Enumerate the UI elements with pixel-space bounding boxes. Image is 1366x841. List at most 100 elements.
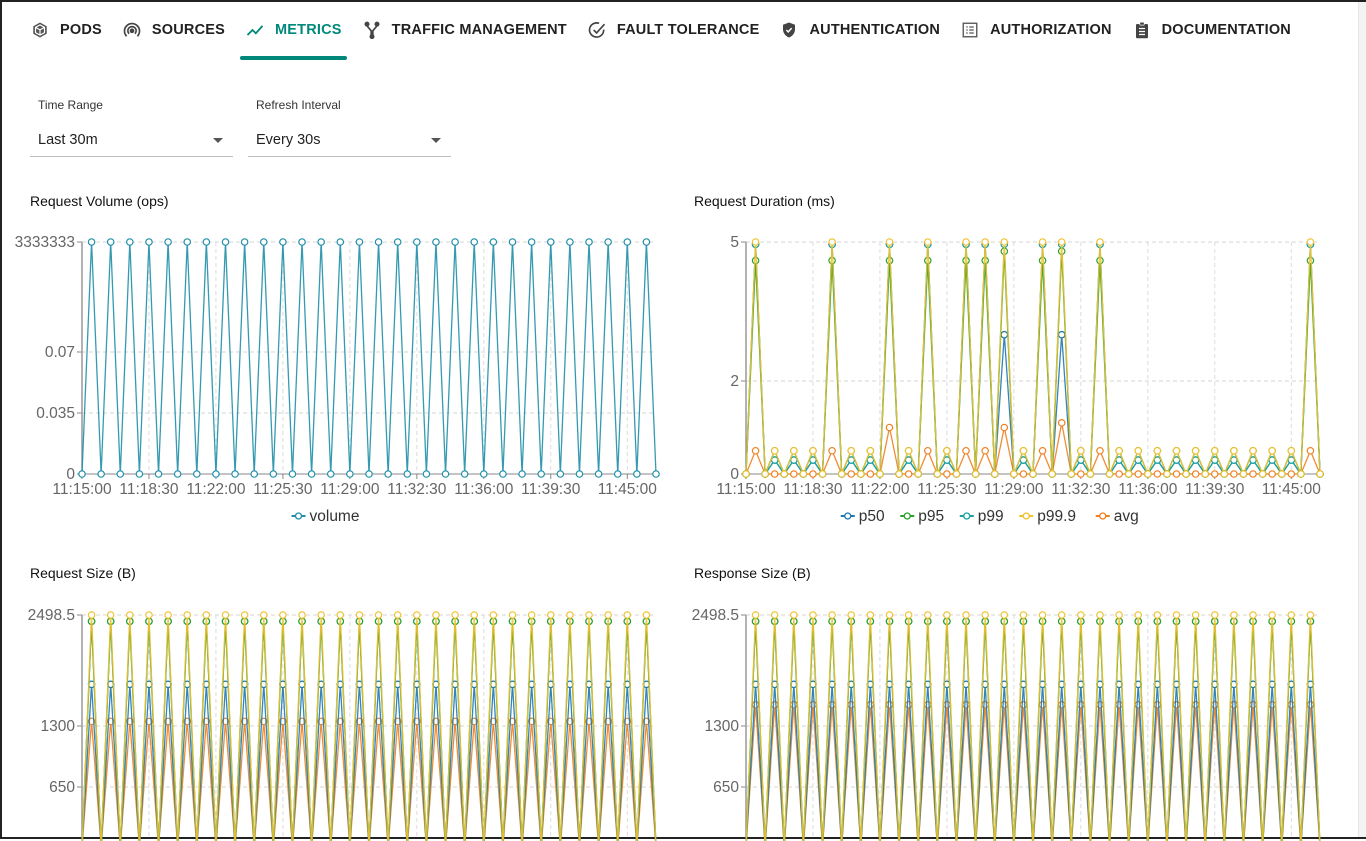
data-point [1077,446,1085,455]
data-point [1249,611,1257,619]
data-point [594,470,603,478]
data-point [527,611,536,619]
data-point [1038,256,1047,265]
data-point [1105,470,1114,478]
data-point [1230,446,1238,455]
data-point [1210,446,1219,455]
data-point [145,238,153,246]
x-tick-label: 11:39:30 [521,481,581,498]
x-tick-label: 11:36:00 [1118,481,1178,498]
legend-marker [963,512,971,520]
data-point [885,256,894,265]
data-point [1306,256,1315,265]
data-point [1172,700,1181,709]
data-point [317,238,325,246]
data-point [904,611,913,619]
data-point [1172,446,1181,455]
series-line [745,621,1321,841]
data-point [1000,700,1009,709]
data-point [1038,446,1047,455]
y-tick-label: 2498.5 [28,607,75,624]
data-point [183,611,192,619]
data-point [1287,611,1296,619]
data-point [895,470,903,478]
data-point [604,238,612,246]
request-volume-series-volume [78,238,660,478]
data-point [770,470,779,478]
data-point [298,238,306,246]
data-point [479,470,488,478]
data-point [770,611,779,619]
data-point [1057,419,1066,427]
data-point [623,238,632,246]
data-point [451,238,459,246]
data-point [145,611,153,619]
data-point [809,700,817,709]
data-point [164,238,172,246]
legend-item-p99-9: p99.9 [1019,508,1076,525]
data-point [546,238,555,246]
data-point [1163,470,1171,478]
data-point [790,611,798,619]
legend-label: p99 [978,508,1004,525]
series-line [745,614,1321,841]
y-tick-label: 650 [49,779,75,796]
data-point [1010,470,1018,478]
series-line [81,241,657,475]
data-point [527,238,536,246]
data-point [432,238,440,246]
x-tick-label: 11:15:00 [52,481,112,498]
data-point [604,611,612,619]
x-tick-label: 11:45:00 [1262,481,1322,498]
data-point [221,611,230,619]
series-line [745,621,1321,841]
data-point [1096,446,1104,455]
data-point [1067,470,1076,478]
x-tick-label: 11:18:30 [119,481,179,498]
data-point [1182,470,1190,478]
data-point [508,611,517,619]
data-point [1019,611,1028,619]
data-point [1086,470,1095,478]
data-point [126,611,134,619]
x-tick-label: 11:29:00 [320,481,380,498]
series-line [81,621,657,841]
y-tick-label: 2498.5 [692,607,739,624]
data-point [809,611,817,619]
data-point [1316,470,1324,478]
data-point [1306,446,1315,455]
data-point [546,611,555,619]
data-point [1306,700,1315,709]
data-point [1057,238,1066,246]
data-point [847,700,856,709]
series-line [745,704,1321,841]
data-point [566,611,574,619]
data-point [470,238,479,246]
data-point [1134,611,1143,619]
data-point [1019,700,1028,709]
data-point [422,470,431,478]
data-point [780,470,789,478]
data-point [1201,470,1210,478]
data-point [1268,446,1276,455]
data-point [943,700,951,709]
data-point [761,470,769,478]
data-point [346,470,354,478]
legend-item-avg: avg [1095,508,1139,525]
data-point [943,446,951,455]
x-tick-label: 11:32:30 [387,481,447,498]
data-point [962,446,970,455]
data-point [1077,700,1085,709]
x-tick-label: 11:32:30 [1051,481,1111,498]
data-point [1019,470,1028,478]
series-line [745,241,1321,476]
data-point [202,611,211,619]
data-point [971,470,980,478]
data-point [1172,470,1181,478]
data-point [885,700,894,709]
data-point [374,611,383,619]
y-tick-label: 3333333 [15,234,75,251]
data-point [441,470,450,478]
data-point [87,238,96,246]
x-tick-label: 11:36:00 [454,481,514,498]
